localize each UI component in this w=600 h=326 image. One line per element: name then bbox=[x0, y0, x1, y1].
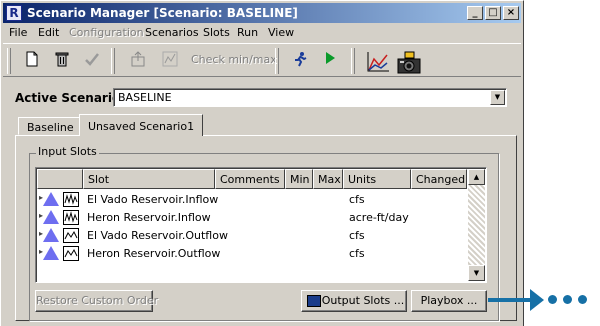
column-header-changed[interactable]: Changed bbox=[411, 169, 467, 189]
play-icon[interactable] bbox=[319, 51, 341, 73]
timeseries-slot-icon bbox=[63, 246, 79, 261]
trash-icon[interactable] bbox=[51, 51, 73, 73]
chart-check-icon[interactable] bbox=[159, 51, 181, 73]
input-slots-title: Input Slots bbox=[36, 145, 99, 158]
scroll-down-icon[interactable]: ▼ bbox=[468, 265, 485, 281]
slot-type-triangle-icon bbox=[43, 228, 59, 242]
toolbar-grip[interactable] bbox=[275, 48, 279, 74]
output-slots-label: Output Slots ... bbox=[321, 294, 405, 307]
app-logo-icon: R bbox=[6, 5, 22, 21]
new-scenario-icon[interactable] bbox=[21, 51, 43, 73]
title-bar[interactable]: R Scenario Manager [Scenario: BASELINE] … bbox=[3, 3, 521, 23]
timeseries-slot-icon bbox=[63, 210, 79, 225]
toolbar-grip[interactable] bbox=[351, 48, 355, 74]
toolbar-grip[interactable] bbox=[111, 48, 115, 74]
slot-units: cfs bbox=[349, 247, 365, 260]
ellipsis-dot-icon bbox=[548, 295, 557, 304]
menu-bar: File Edit Configuration Scenarios Slots … bbox=[3, 24, 521, 42]
column-header-min[interactable]: Min bbox=[285, 169, 313, 189]
table-header: Slot Comments Min Max Units Changed bbox=[37, 169, 467, 189]
menu-configuration[interactable]: Configuration bbox=[69, 26, 144, 39]
slot-name: El Vado Reservoir.Outflow bbox=[87, 229, 228, 242]
menu-run[interactable]: Run bbox=[237, 26, 258, 39]
checkmark-icon[interactable] bbox=[81, 51, 103, 73]
plot-icon[interactable] bbox=[365, 51, 391, 73]
tab-unsaved-scenario1[interactable]: Unsaved Scenario1 bbox=[79, 114, 204, 136]
snapshot-camera-icon[interactable] bbox=[395, 51, 423, 74]
window-title: Scenario Manager [Scenario: BASELINE] bbox=[27, 6, 298, 20]
input-slots-table: Slot Comments Min Max Units Changed ▸ El… bbox=[35, 167, 487, 283]
table-row[interactable]: ▸ Heron Reservoir.Inflow acre-ft/day bbox=[37, 208, 467, 227]
column-header-icons[interactable] bbox=[37, 169, 83, 189]
menu-slots[interactable]: Slots bbox=[203, 26, 230, 39]
slot-type-triangle-icon bbox=[43, 246, 59, 260]
scroll-up-icon[interactable]: ▲ bbox=[468, 169, 485, 185]
menu-file[interactable]: File bbox=[9, 26, 27, 39]
run-figure-icon[interactable] bbox=[289, 51, 311, 73]
callout-arrow-icon bbox=[530, 289, 544, 311]
export-icon[interactable] bbox=[127, 51, 149, 73]
slot-units: acre-ft/day bbox=[349, 211, 409, 224]
column-header-max[interactable]: Max bbox=[313, 169, 343, 189]
column-header-slot[interactable]: Slot bbox=[83, 169, 215, 189]
output-slots-button[interactable]: Output Slots ... bbox=[301, 290, 407, 312]
menu-scenarios[interactable]: Scenarios bbox=[145, 26, 199, 39]
vertical-scrollbar[interactable]: ▲ ▼ bbox=[468, 169, 485, 281]
ellipsis-dot-icon bbox=[563, 295, 572, 304]
slot-units: cfs bbox=[349, 193, 365, 206]
active-scenario-dropdown[interactable]: BASELINE ▼ bbox=[113, 88, 507, 107]
tab-baseline[interactable]: Baseline bbox=[18, 117, 83, 135]
column-header-comments[interactable]: Comments bbox=[215, 169, 285, 189]
table-row[interactable]: ▸ Heron Reservoir.Outflow cfs bbox=[37, 244, 467, 263]
slot-type-triangle-icon bbox=[43, 210, 59, 224]
chevron-down-icon[interactable]: ▼ bbox=[490, 90, 505, 105]
timeseries-slot-icon bbox=[63, 228, 79, 243]
ellipsis-dot-icon bbox=[578, 295, 587, 304]
output-slots-icon bbox=[307, 295, 321, 307]
timeseries-slot-icon bbox=[63, 192, 79, 207]
playbox-button[interactable]: Playbox ... bbox=[411, 290, 487, 312]
close-button[interactable]: × bbox=[503, 6, 519, 20]
table-row[interactable]: ▸ El Vado Reservoir.Inflow cfs bbox=[37, 190, 467, 209]
slot-units: cfs bbox=[349, 229, 365, 242]
maximize-button[interactable]: □ bbox=[485, 6, 501, 20]
slot-name: Heron Reservoir.Outflow bbox=[87, 247, 221, 260]
restore-custom-order-button[interactable]: Restore Custom Order bbox=[35, 290, 158, 312]
toolbar: Check min/max bbox=[3, 43, 521, 77]
table-row[interactable]: ▸ El Vado Reservoir.Outflow cfs bbox=[37, 226, 467, 245]
toolbar-grip[interactable] bbox=[7, 48, 11, 74]
active-scenario-value: BASELINE bbox=[118, 91, 172, 104]
menu-view[interactable]: View bbox=[268, 26, 294, 39]
column-header-units[interactable]: Units bbox=[343, 169, 411, 189]
check-minmax-button[interactable]: Check min/max bbox=[191, 53, 277, 66]
active-scenario-label: Active Scenario: bbox=[15, 91, 125, 105]
minimize-button[interactable]: _ bbox=[467, 6, 483, 20]
scenario-manager-window: R Scenario Manager [Scenario: BASELINE] … bbox=[0, 0, 524, 326]
menu-edit[interactable]: Edit bbox=[38, 26, 59, 39]
slot-type-triangle-icon bbox=[43, 192, 59, 206]
slot-name: Heron Reservoir.Inflow bbox=[87, 211, 211, 224]
slot-name: El Vado Reservoir.Inflow bbox=[87, 193, 219, 206]
callout-arrow-line bbox=[488, 298, 532, 302]
